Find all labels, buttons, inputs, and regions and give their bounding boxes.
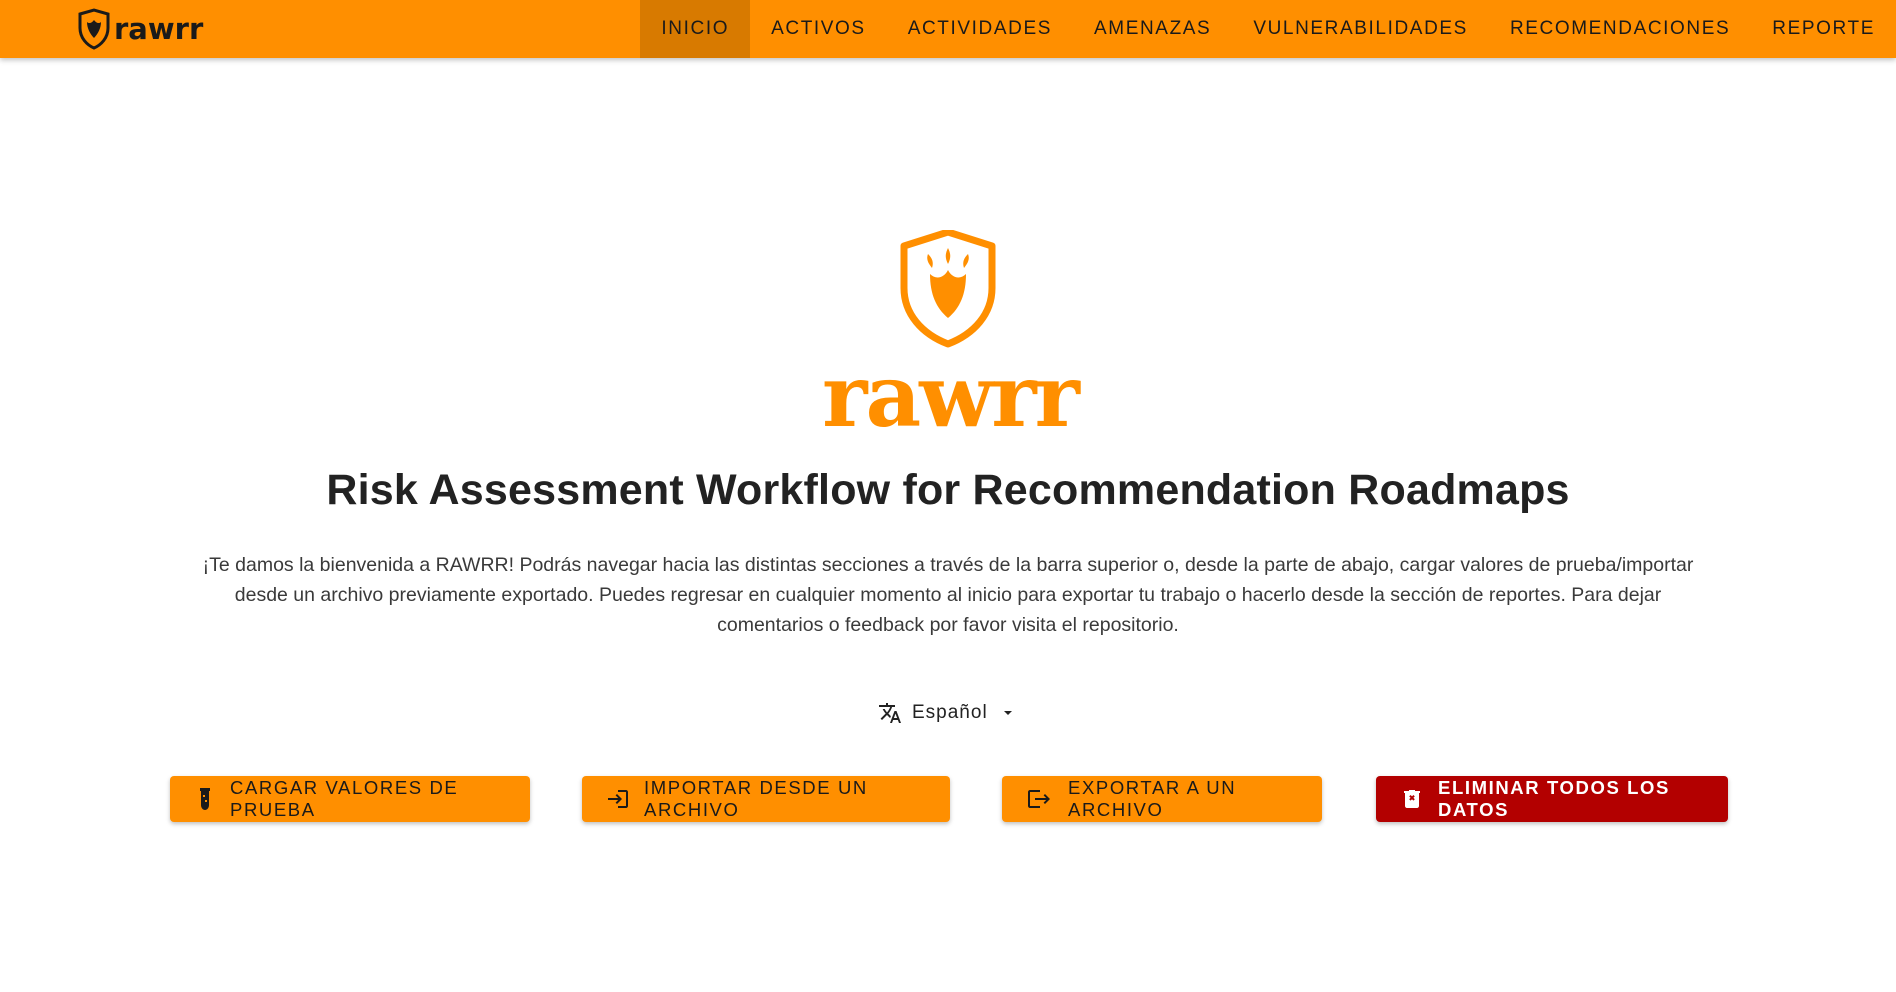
logout-icon [1026,787,1054,811]
language-select[interactable]: Español [878,698,1014,728]
load-sample-data-label: CARGAR VALORES DE PRUEBA [230,777,459,820]
nav-reporte[interactable]: REPORTE [1751,0,1896,58]
load-sample-data-button[interactable]: CARGAR VALORES DE PRUEBA [170,776,530,822]
nav-activos[interactable]: ACTIVOS [750,0,887,58]
delete-all-data-button[interactable]: ELIMINAR TODOS LOS DATOS [1376,776,1728,822]
language-selected-label: Español [912,702,988,723]
intro-text: ¡Te damos la bienvenida a RAWRR! Podrás … [202,554,1694,636]
export-file-label: EXPORTAR A UN ARCHIVO [1068,777,1237,820]
chevron-down-icon [1002,707,1014,719]
nav-vulnerabilidades[interactable]: VULNERABILIDADES [1232,0,1489,58]
main-nav: INICIO ACTIVOS ACTIVIDADES AMENAZAS VULN… [640,0,1896,58]
import-file-label: IMPORTAR DESDE UN ARCHIVO [644,777,868,820]
svg-text:rawrr: rawrr [114,12,204,46]
import-file-button[interactable]: IMPORTAR DESDE UN ARCHIVO [582,776,950,822]
top-app-bar: rawrr INICIO ACTIVOS ACTIVIDADES AMENAZA… [0,0,1896,58]
delete-icon [1400,787,1424,811]
export-file-button[interactable]: EXPORTAR A UN ARCHIVO [1002,776,1322,822]
rawrr-hero-logo: rawrr [810,228,1090,447]
nav-actividades[interactable]: ACTIVIDADES [887,0,1073,58]
brand-logo[interactable]: rawrr [76,8,212,50]
nav-recomendaciones[interactable]: RECOMENDACIONES [1489,0,1751,58]
test-tube-icon [194,787,216,811]
delete-all-data-label: ELIMINAR TODOS LOS DATOS [1438,777,1670,820]
login-icon [606,787,630,811]
translate-icon [878,701,902,725]
nav-amenazas[interactable]: AMENAZAS [1073,0,1232,58]
page-title: Risk Assessment Workflow for Recommendat… [326,466,1570,514]
svg-text:rawrr: rawrr [822,346,1081,430]
nav-inicio[interactable]: INICIO [640,0,751,58]
